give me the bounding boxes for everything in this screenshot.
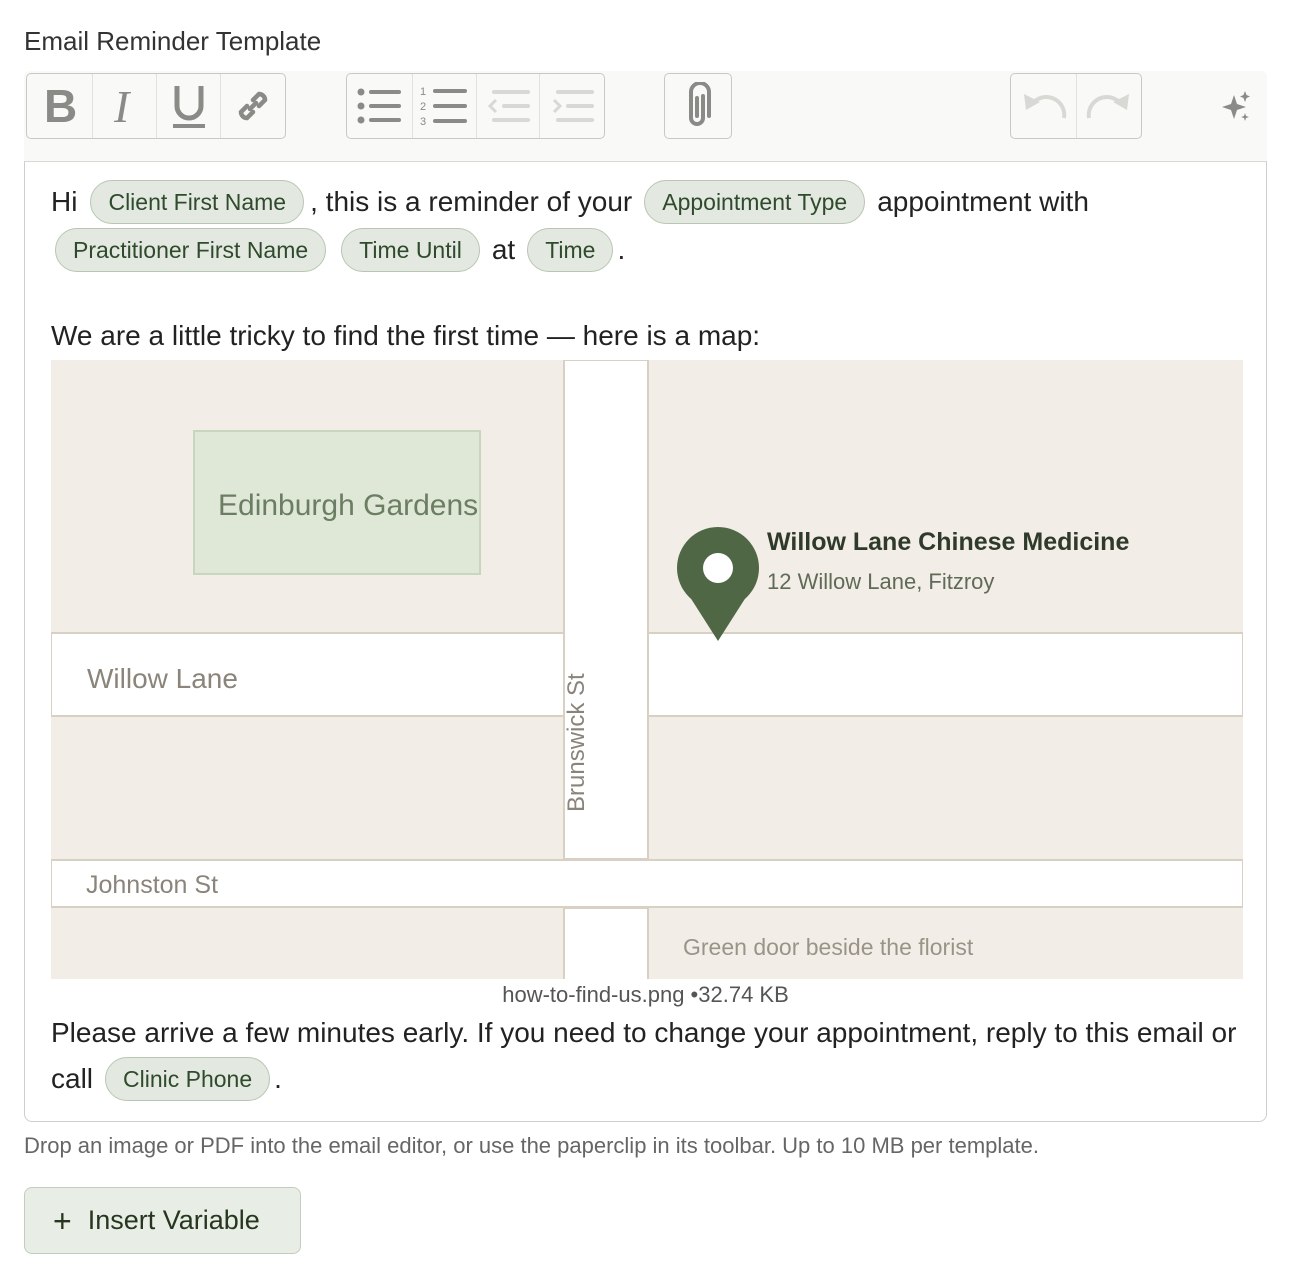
variable-chip-time-until[interactable]: Time Until (341, 228, 480, 272)
insert-variable-button[interactable]: + Insert Variable (24, 1187, 301, 1254)
variable-chip-practitioner-first-name[interactable]: Practitioner First Name (55, 228, 327, 272)
bold-button[interactable]: B (27, 74, 93, 138)
appointment-with-text: appointment with (877, 186, 1089, 217)
place-name: Willow Lane Chinese Medicine (767, 528, 1129, 556)
svg-text:B: B (44, 84, 77, 128)
bullet-list-button[interactable] (347, 74, 413, 138)
history-group (1010, 73, 1142, 139)
list-group: 1 2 3 (346, 73, 605, 139)
body-line-2: Practitioner First Name Time Until at Ti… (55, 228, 625, 272)
map-image[interactable]: Edinburgh Gardens Willow Lane Johnston S… (51, 360, 1243, 979)
italic-button[interactable]: I (93, 74, 157, 138)
sparkle-icon (1220, 91, 1252, 127)
closing-line-1: Please arrive a few minutes early. If yo… (51, 1017, 1237, 1048)
outdent-button[interactable] (477, 74, 541, 138)
plus-icon: + (53, 1202, 72, 1239)
variable-chip-clinic-phone[interactable]: Clinic Phone (105, 1057, 271, 1101)
underline-button[interactable] (157, 74, 221, 138)
undo-icon (1020, 88, 1068, 124)
helper-text: Drop an image or PDF into the email edit… (24, 1133, 1039, 1158)
numbered-list-icon: 1 2 3 (419, 83, 469, 129)
underline-icon (169, 82, 209, 130)
attachment-caption: how-to-find-us.png •32.74 KB (25, 982, 1266, 1008)
closing-period-text: . (274, 1063, 282, 1094)
bold-icon: B (40, 84, 80, 128)
call-text: call (51, 1063, 94, 1094)
ai-assist-button[interactable] (1220, 89, 1252, 123)
at-text: at (491, 234, 516, 265)
link-icon (231, 84, 275, 128)
reminder-text: , this is a reminder of your (310, 186, 633, 217)
indent-icon (548, 84, 596, 128)
indent-button[interactable] (540, 74, 604, 138)
greeting-text: Hi (51, 186, 78, 217)
undo-button[interactable] (1011, 74, 1077, 138)
attachment-size: 32.74 KB (698, 982, 789, 1007)
link-button[interactable] (221, 74, 285, 138)
redo-button[interactable] (1077, 74, 1141, 138)
place-address: 12 Willow Lane, Fitzroy (767, 569, 994, 594)
editor-toolbar: B I 1 2 3 (24, 71, 1267, 161)
page-title: Email Reminder Template (24, 26, 322, 56)
period-text: . (617, 234, 626, 265)
road-willow-lane-right (647, 632, 1243, 717)
variable-chip-appointment-type[interactable]: Appointment Type (644, 180, 866, 224)
park-label: Edinburgh Gardens (218, 489, 478, 522)
italic-icon: I (108, 84, 142, 128)
street-label-johnston-st: Johnston St (86, 871, 218, 899)
bullet-list-icon (355, 84, 403, 128)
attachment-filename: how-to-find-us.png (502, 982, 685, 1007)
variable-chip-time[interactable]: Time (527, 228, 614, 272)
attach-group (664, 73, 732, 139)
map-note: Green door beside the florist (683, 934, 974, 960)
svg-text:I: I (113, 84, 132, 128)
variable-chip-client-first-name[interactable]: Client First Name (90, 180, 305, 224)
svg-text:1: 1 (420, 86, 426, 98)
road-brunswick-st-bottom (563, 907, 649, 979)
road-johnston-st (51, 859, 1243, 908)
attachment-separator: • (684, 982, 699, 1007)
map-intro-text: We are a little tricky to find the first… (51, 320, 761, 351)
body-line-1: Hi Client First Name , this is a reminde… (51, 180, 1089, 224)
paperclip-icon (683, 82, 713, 130)
street-label-willow-lane: Willow Lane (87, 663, 238, 694)
numbered-list-button[interactable]: 1 2 3 (413, 74, 477, 138)
email-editor[interactable]: Hi Client First Name , this is a reminde… (24, 161, 1267, 1122)
insert-variable-label: Insert Variable (87, 1205, 260, 1235)
outdent-icon (484, 84, 532, 128)
closing-line-2: call Clinic Phone . (51, 1057, 282, 1101)
redo-icon (1085, 88, 1133, 124)
svg-text:2: 2 (420, 101, 426, 113)
format-group: B I (26, 73, 286, 139)
street-label-brunswick-st: Brunswick St (563, 673, 590, 812)
attach-button[interactable] (665, 74, 731, 138)
svg-text:3: 3 (420, 116, 426, 128)
